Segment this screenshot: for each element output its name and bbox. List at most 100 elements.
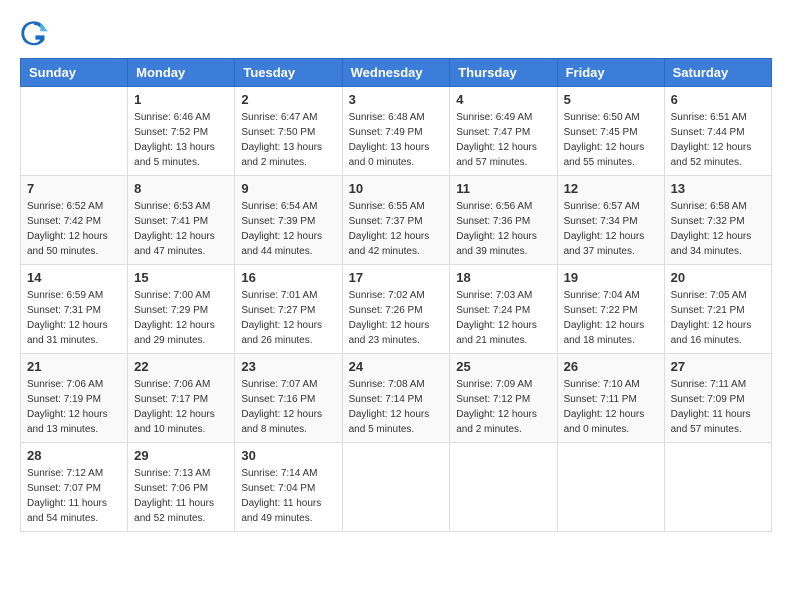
day-number: 20 bbox=[671, 270, 765, 285]
day-number: 13 bbox=[671, 181, 765, 196]
day-number: 30 bbox=[241, 448, 335, 463]
day-number: 7 bbox=[27, 181, 121, 196]
day-info: Sunrise: 7:13 AM Sunset: 7:06 PM Dayligh… bbox=[134, 466, 228, 526]
day-info: Sunrise: 6:56 AM Sunset: 7:36 PM Dayligh… bbox=[456, 199, 550, 259]
day-number: 19 bbox=[564, 270, 658, 285]
page-header bbox=[20, 20, 772, 48]
day-number: 27 bbox=[671, 359, 765, 374]
day-info: Sunrise: 7:03 AM Sunset: 7:24 PM Dayligh… bbox=[456, 288, 550, 348]
calendar-cell: 14Sunrise: 6:59 AM Sunset: 7:31 PM Dayli… bbox=[21, 265, 128, 354]
day-info: Sunrise: 6:48 AM Sunset: 7:49 PM Dayligh… bbox=[349, 110, 444, 170]
day-info: Sunrise: 6:54 AM Sunset: 7:39 PM Dayligh… bbox=[241, 199, 335, 259]
column-header-tuesday: Tuesday bbox=[235, 59, 342, 87]
day-number: 4 bbox=[456, 92, 550, 107]
day-info: Sunrise: 6:49 AM Sunset: 7:47 PM Dayligh… bbox=[456, 110, 550, 170]
day-number: 1 bbox=[134, 92, 228, 107]
calendar-cell: 15 Sunrise: 7:00 AM Sunset: 7:29 PM Dayli… bbox=[128, 265, 235, 354]
calendar-cell: 13Sunrise: 6:58 AM Sunset: 7:32 PM Dayli… bbox=[664, 176, 771, 265]
calendar-week-row: 7 Sunrise: 6:52 AM Sunset: 7:42 PM Daylig… bbox=[21, 176, 772, 265]
column-header-monday: Monday bbox=[128, 59, 235, 87]
day-number: 6 bbox=[671, 92, 765, 107]
calendar-cell: 24 Sunrise: 7:08 AM Sunset: 7:14 PM Dayli… bbox=[342, 354, 450, 443]
calendar-week-row: 28Sunrise: 7:12 AM Sunset: 7:07 PM Dayli… bbox=[21, 443, 772, 532]
calendar-cell: 7 Sunrise: 6:52 AM Sunset: 7:42 PM Daylig… bbox=[21, 176, 128, 265]
calendar-cell bbox=[450, 443, 557, 532]
calendar-week-row: 21Sunrise: 7:06 AM Sunset: 7:19 PM Dayli… bbox=[21, 354, 772, 443]
column-header-thursday: Thursday bbox=[450, 59, 557, 87]
calendar-cell: 11 Sunrise: 6:56 AM Sunset: 7:36 PM Dayli… bbox=[450, 176, 557, 265]
calendar-cell: 3 Sunrise: 6:48 AM Sunset: 7:49 PM Daylig… bbox=[342, 87, 450, 176]
calendar-week-row: 14Sunrise: 6:59 AM Sunset: 7:31 PM Dayli… bbox=[21, 265, 772, 354]
day-number: 11 bbox=[456, 181, 550, 196]
day-number: 15 bbox=[134, 270, 228, 285]
calendar-cell: 22 Sunrise: 7:06 AM Sunset: 7:17 PM Dayli… bbox=[128, 354, 235, 443]
day-info: Sunrise: 7:09 AM Sunset: 7:12 PM Dayligh… bbox=[456, 377, 550, 437]
day-number: 2 bbox=[241, 92, 335, 107]
day-number: 28 bbox=[27, 448, 121, 463]
calendar-cell: 1 Sunrise: 6:46 AM Sunset: 7:52 PM Daylig… bbox=[128, 87, 235, 176]
day-number: 5 bbox=[564, 92, 658, 107]
day-number: 12 bbox=[564, 181, 658, 196]
calendar-cell: 29 Sunrise: 7:13 AM Sunset: 7:06 PM Dayli… bbox=[128, 443, 235, 532]
day-info: Sunrise: 7:00 AM Sunset: 7:29 PM Dayligh… bbox=[134, 288, 228, 348]
calendar-cell: 23 Sunrise: 7:07 AM Sunset: 7:16 PM Dayli… bbox=[235, 354, 342, 443]
calendar-cell bbox=[342, 443, 450, 532]
calendar-cell: 8 Sunrise: 6:53 AM Sunset: 7:41 PM Daylig… bbox=[128, 176, 235, 265]
calendar-cell: 9 Sunrise: 6:54 AM Sunset: 7:39 PM Daylig… bbox=[235, 176, 342, 265]
day-info: Sunrise: 6:46 AM Sunset: 7:52 PM Dayligh… bbox=[134, 110, 228, 170]
calendar-cell: 5 Sunrise: 6:50 AM Sunset: 7:45 PM Daylig… bbox=[557, 87, 664, 176]
day-number: 29 bbox=[134, 448, 228, 463]
day-info: Sunrise: 6:50 AM Sunset: 7:45 PM Dayligh… bbox=[564, 110, 658, 170]
day-info: Sunrise: 7:01 AM Sunset: 7:27 PM Dayligh… bbox=[241, 288, 335, 348]
day-number: 14 bbox=[27, 270, 121, 285]
day-number: 22 bbox=[134, 359, 228, 374]
day-number: 16 bbox=[241, 270, 335, 285]
day-number: 8 bbox=[134, 181, 228, 196]
day-number: 18 bbox=[456, 270, 550, 285]
day-info: Sunrise: 7:05 AM Sunset: 7:21 PM Dayligh… bbox=[671, 288, 765, 348]
day-number: 17 bbox=[349, 270, 444, 285]
calendar-cell bbox=[557, 443, 664, 532]
day-info: Sunrise: 7:06 AM Sunset: 7:17 PM Dayligh… bbox=[134, 377, 228, 437]
logo bbox=[20, 20, 52, 48]
day-info: Sunrise: 6:55 AM Sunset: 7:37 PM Dayligh… bbox=[349, 199, 444, 259]
day-info: Sunrise: 7:11 AM Sunset: 7:09 PM Dayligh… bbox=[671, 377, 765, 437]
day-info: Sunrise: 7:07 AM Sunset: 7:16 PM Dayligh… bbox=[241, 377, 335, 437]
day-info: Sunrise: 7:10 AM Sunset: 7:11 PM Dayligh… bbox=[564, 377, 658, 437]
column-header-saturday: Saturday bbox=[664, 59, 771, 87]
column-header-friday: Friday bbox=[557, 59, 664, 87]
day-number: 10 bbox=[349, 181, 444, 196]
calendar-table: SundayMondayTuesdayWednesdayThursdayFrid… bbox=[20, 58, 772, 532]
calendar-cell: 17Sunrise: 7:02 AM Sunset: 7:26 PM Dayli… bbox=[342, 265, 450, 354]
calendar-cell: 26Sunrise: 7:10 AM Sunset: 7:11 PM Dayli… bbox=[557, 354, 664, 443]
calendar-cell: 10 Sunrise: 6:55 AM Sunset: 7:37 PM Dayli… bbox=[342, 176, 450, 265]
calendar-week-row: 1 Sunrise: 6:46 AM Sunset: 7:52 PM Daylig… bbox=[21, 87, 772, 176]
day-info: Sunrise: 6:57 AM Sunset: 7:34 PM Dayligh… bbox=[564, 199, 658, 259]
column-header-sunday: Sunday bbox=[21, 59, 128, 87]
day-info: Sunrise: 7:14 AM Sunset: 7:04 PM Dayligh… bbox=[241, 466, 335, 526]
calendar-cell: 20 Sunrise: 7:05 AM Sunset: 7:21 PM Dayli… bbox=[664, 265, 771, 354]
day-info: Sunrise: 6:51 AM Sunset: 7:44 PM Dayligh… bbox=[671, 110, 765, 170]
calendar-cell: 16 Sunrise: 7:01 AM Sunset: 7:27 PM Dayli… bbox=[235, 265, 342, 354]
calendar-cell: 4 Sunrise: 6:49 AM Sunset: 7:47 PM Daylig… bbox=[450, 87, 557, 176]
calendar-cell: 27 Sunrise: 7:11 AM Sunset: 7:09 PM Dayli… bbox=[664, 354, 771, 443]
column-header-wednesday: Wednesday bbox=[342, 59, 450, 87]
calendar-cell: 2Sunrise: 6:47 AM Sunset: 7:50 PM Daylig… bbox=[235, 87, 342, 176]
day-number: 3 bbox=[349, 92, 444, 107]
day-info: Sunrise: 6:53 AM Sunset: 7:41 PM Dayligh… bbox=[134, 199, 228, 259]
calendar-cell: 28Sunrise: 7:12 AM Sunset: 7:07 PM Dayli… bbox=[21, 443, 128, 532]
day-info: Sunrise: 7:08 AM Sunset: 7:14 PM Dayligh… bbox=[349, 377, 444, 437]
day-number: 21 bbox=[27, 359, 121, 374]
day-number: 23 bbox=[241, 359, 335, 374]
calendar-cell: 19Sunrise: 7:04 AM Sunset: 7:22 PM Dayli… bbox=[557, 265, 664, 354]
calendar-cell: 21Sunrise: 7:06 AM Sunset: 7:19 PM Dayli… bbox=[21, 354, 128, 443]
day-number: 24 bbox=[349, 359, 444, 374]
calendar-cell bbox=[21, 87, 128, 176]
day-info: Sunrise: 6:52 AM Sunset: 7:42 PM Dayligh… bbox=[27, 199, 121, 259]
calendar-cell: 6 Sunrise: 6:51 AM Sunset: 7:44 PM Daylig… bbox=[664, 87, 771, 176]
calendar-cell: 25Sunrise: 7:09 AM Sunset: 7:12 PM Dayli… bbox=[450, 354, 557, 443]
day-number: 9 bbox=[241, 181, 335, 196]
logo-icon bbox=[20, 20, 48, 48]
calendar-cell: 30 Sunrise: 7:14 AM Sunset: 7:04 PM Dayli… bbox=[235, 443, 342, 532]
calendar-cell bbox=[664, 443, 771, 532]
